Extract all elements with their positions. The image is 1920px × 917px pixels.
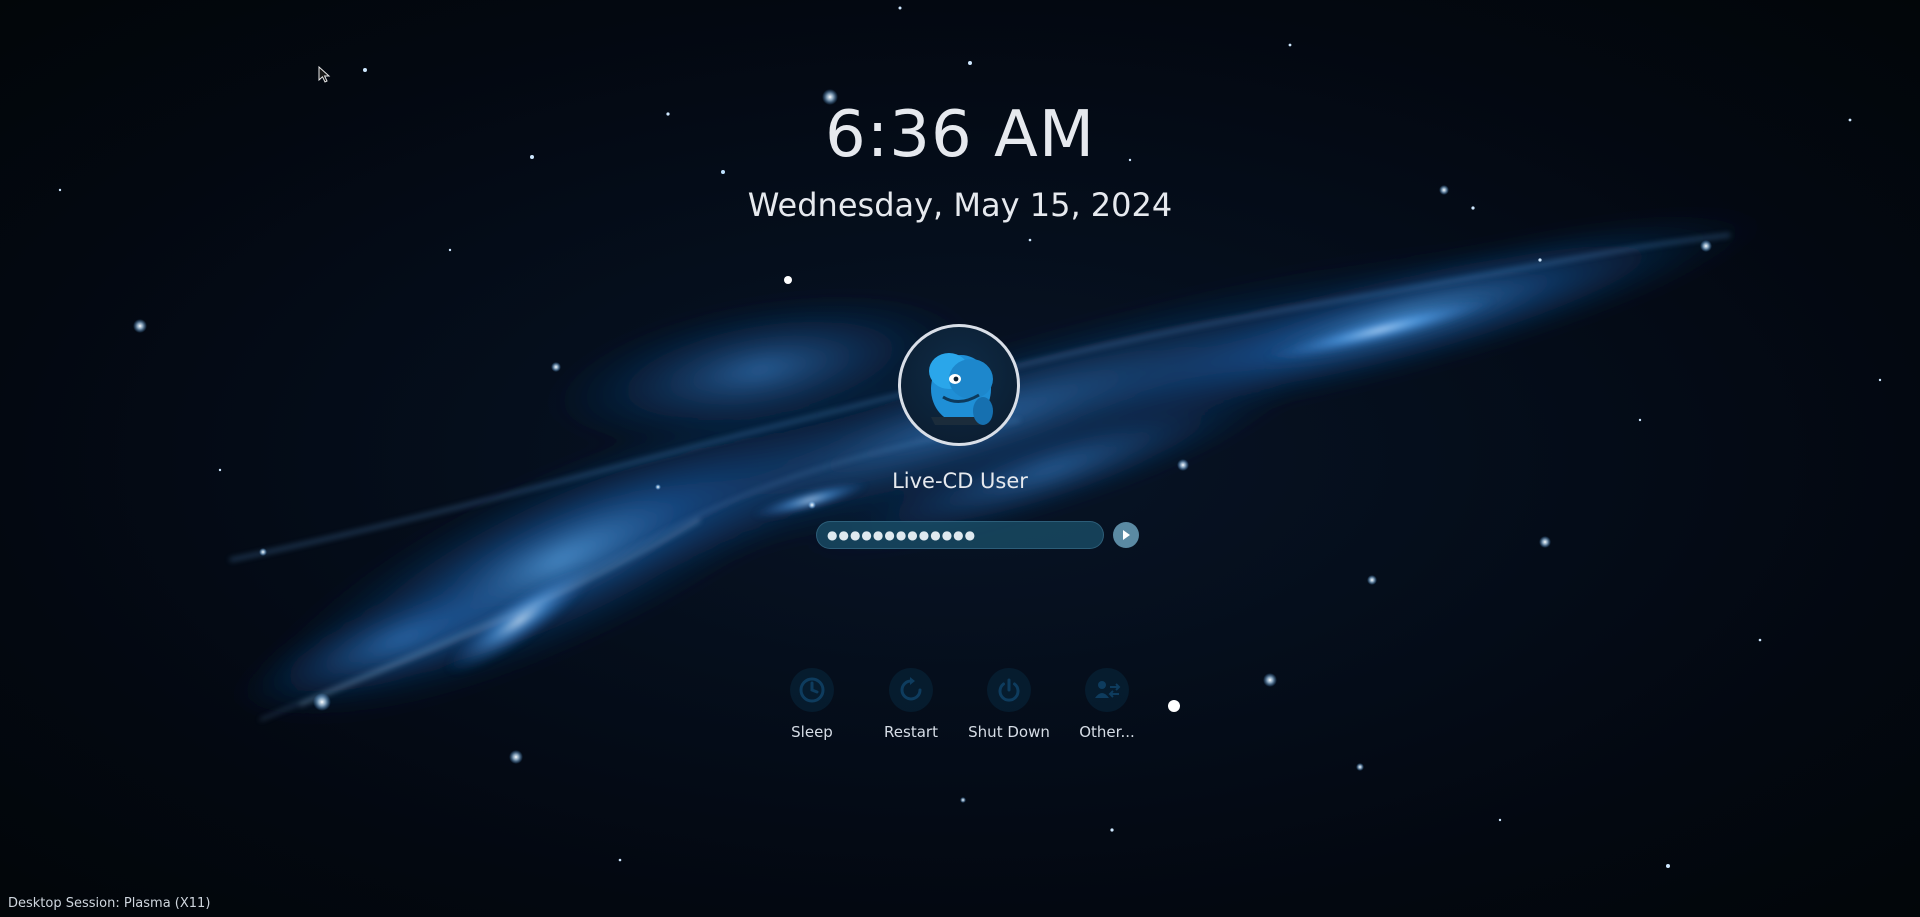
clock-time: 6:36 AM bbox=[824, 98, 1096, 172]
user-avatar[interactable] bbox=[898, 324, 1020, 446]
mascot-avatar-icon bbox=[929, 353, 993, 425]
password-field[interactable]: ●●●●●●●●●●●●● bbox=[816, 521, 1104, 549]
sleep-icon bbox=[799, 677, 825, 703]
other-button[interactable]: Other... bbox=[1062, 668, 1152, 742]
login-button[interactable] bbox=[1113, 522, 1139, 548]
sleep-label: Sleep bbox=[791, 723, 833, 741]
restart-icon-wrap bbox=[889, 668, 933, 712]
clock-date: Wednesday, May 15, 2024 bbox=[747, 186, 1173, 224]
power-actions: Sleep Restart Shut Down Other... bbox=[0, 668, 1920, 748]
power-icon-wrap bbox=[987, 668, 1031, 712]
desktop-session-selector[interactable]: Desktop Session: Plasma (X11) bbox=[8, 895, 210, 913]
switch-user-icon bbox=[1095, 681, 1121, 698]
arrow-right-icon bbox=[1123, 530, 1130, 540]
user-name: Live-CD User bbox=[892, 469, 1028, 493]
password-masked-value: ●●●●●●●●●●●●● bbox=[827, 528, 977, 542]
restart-icon bbox=[900, 677, 922, 701]
power-icon bbox=[998, 678, 1020, 702]
switch-user-icon-wrap bbox=[1085, 668, 1129, 712]
other-label: Other... bbox=[1079, 723, 1135, 741]
shut-down-button[interactable]: Shut Down bbox=[964, 668, 1054, 742]
sleep-button[interactable]: Sleep bbox=[767, 668, 857, 742]
shut-down-label: Shut Down bbox=[968, 723, 1050, 741]
restart-button[interactable]: Restart bbox=[866, 668, 956, 742]
sleep-icon-wrap bbox=[790, 668, 834, 712]
restart-label: Restart bbox=[884, 723, 938, 741]
lock-screen: 6:36 AM Wednesday, May 15, 2024 Live-CD … bbox=[0, 0, 1920, 917]
mouse-cursor-icon bbox=[318, 66, 331, 83]
